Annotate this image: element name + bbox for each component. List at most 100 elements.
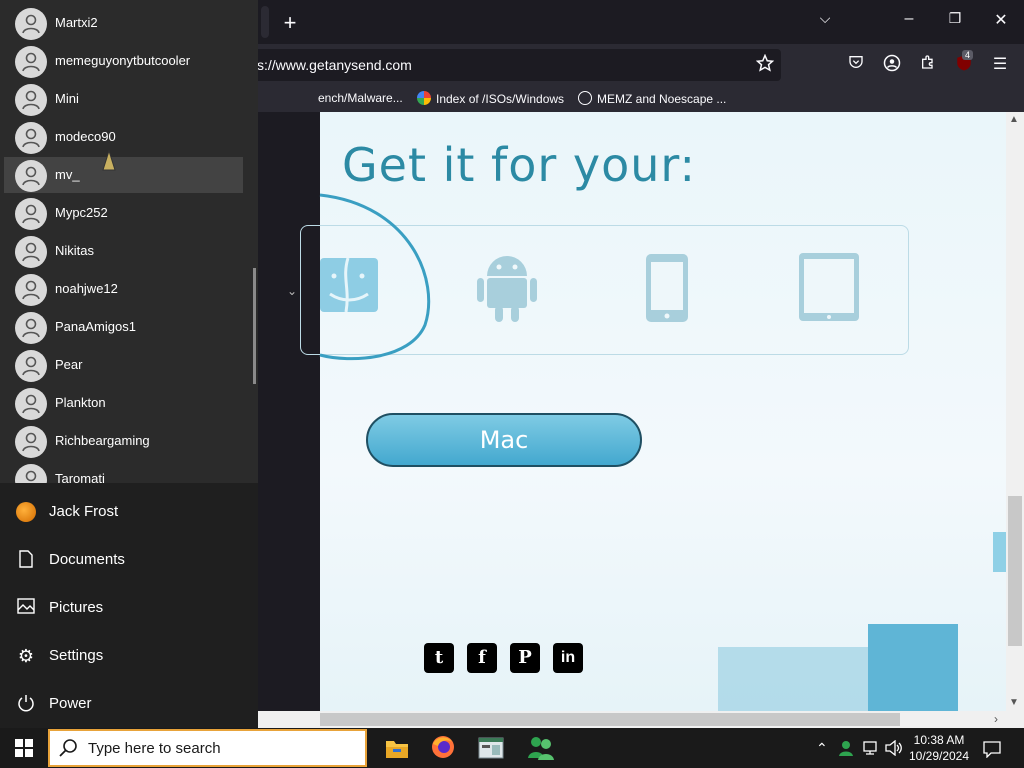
url-text[interactable]: s://www.getanysend.com [257,57,412,73]
user-list-item[interactable]: PanaAmigos1 [4,309,243,345]
user-name: PanaAmigos1 [55,319,136,334]
minimize-button[interactable]: – [898,10,920,28]
user-list-item[interactable]: Taromati [4,461,243,483]
pictures-icon [16,598,36,618]
busy-cursor-icon [102,149,116,171]
user-list-item[interactable]: Mini [4,81,243,117]
network-icon[interactable] [862,740,880,759]
document-icon [16,550,36,570]
user-name: modeco90 [55,129,116,144]
scroll-down-arrow-icon[interactable]: ▼ [1009,697,1019,708]
start-menu-account[interactable]: Jack Frost [0,488,258,536]
maximize-button[interactable]: ❐ [944,10,966,27]
user-name: Plankton [55,395,106,410]
user-list-item[interactable]: Nikitas [4,233,243,269]
account-icon[interactable] [881,54,903,76]
start-menu-pictures[interactable]: Pictures [0,584,258,632]
phone-icon[interactable] [645,253,689,328]
download-mac-button[interactable]: Mac [366,413,642,467]
user-name: Mypc252 [55,205,108,220]
user-list-item[interactable]: Plankton [4,385,243,421]
twitter-icon[interactable]: t [424,643,454,673]
user-list-item[interactable]: Mypc252 [4,195,243,231]
power-icon [16,694,36,714]
menu-icon[interactable]: ☰ [989,54,1011,76]
scroll-right-arrow-icon[interactable]: › [994,712,998,726]
user-list-item[interactable]: Richbeargaming [4,423,243,459]
user-avatar-icon [16,502,36,522]
user-list-item[interactable]: mv_ [4,157,243,193]
user-name: Mini [55,91,79,106]
desktop: + ⌵ – ❐ ✕ s://www.getanysend.com 4 ☰ enc… [0,0,1024,768]
close-button[interactable]: ✕ [990,10,1012,30]
notifications-icon[interactable] [983,740,1001,761]
clock-time: 10:38 AM [913,733,965,747]
user-name: Martxi2 [55,15,98,30]
scroll-up-arrow-icon[interactable]: ▲ [1009,114,1019,125]
user-name: Taromati [55,471,105,483]
user-list-item[interactable]: modeco90 [4,119,243,155]
user-avatar-icon [15,160,47,192]
power-label: Power [49,695,92,712]
pictures-label: Pictures [49,599,104,616]
user-avatar-icon [15,46,47,78]
user-list-item[interactable]: Pear [4,347,243,383]
start-menu-settings[interactable]: ⚙ Settings [0,632,258,680]
globe-icon [578,91,592,105]
user-list-scrollbar[interactable] [253,268,256,384]
start-menu-power[interactable]: Power [0,680,258,728]
taskbar-clock[interactable]: 10:38 AM 10/29/2024 [905,732,973,764]
extensions-icon[interactable] [917,54,939,76]
search-placeholder[interactable]: Type here to search [88,740,221,757]
mac-finder-icon[interactable] [320,257,378,317]
user-name: Richbeargaming [55,433,150,448]
page-vertical-scroll-thumb[interactable] [1008,496,1022,646]
file-explorer-icon[interactable] [383,734,411,762]
page-horizontal-scroll-thumb[interactable] [320,713,900,726]
tablet-icon[interactable] [798,252,860,327]
start-button[interactable] [0,728,48,768]
page-heading: Get it for your: [342,138,697,192]
bookmark-item[interactable]: Index of /ISOs/Windows [417,91,564,106]
app-window-icon[interactable] [478,734,506,762]
pocket-icon[interactable] [845,54,867,76]
chevron-up-icon[interactable]: ⌃ [816,740,828,757]
linkedin-icon[interactable]: in [553,643,583,673]
documents-label: Documents [49,551,125,568]
extension-badge-count: 4 [962,50,974,60]
bookmark-star-icon[interactable] [754,53,776,76]
user-avatar-icon [15,84,47,116]
search-icon [59,739,77,757]
user-avatar-icon [15,350,47,382]
bookmark-item[interactable]: ench/Malware... [318,91,403,105]
user-avatar-icon [15,198,47,230]
user-name: memeguyonytbutcooler [55,53,191,68]
chevron-down-icon[interactable]: ⌄ [287,284,297,298]
user-name: mv_ [55,167,80,182]
settings-label: Settings [49,647,104,664]
user-avatar-icon [15,8,47,40]
user-avatar-icon [15,426,47,458]
start-menu-documents[interactable]: Documents [0,536,258,584]
pinterest-icon[interactable]: P [510,643,540,673]
user-avatar-icon [15,464,47,483]
list-all-tabs-button[interactable]: ⌵ [814,10,836,27]
user-tray-icon[interactable] [838,740,854,759]
user-list-item[interactable]: noahjwe12 [4,271,243,307]
users-app-icon[interactable] [527,734,555,762]
facebook-icon[interactable]: f [467,643,497,673]
user-list-rows: Martxi2 memeguyonytbutcooler Mini modeco90 m… [0,0,258,483]
user-avatar-icon [15,236,47,268]
new-tab-button[interactable]: + [280,10,300,36]
android-icon[interactable] [475,250,539,329]
volume-icon[interactable] [885,739,903,759]
user-avatar-icon [15,312,47,344]
user-list-item[interactable]: memeguyonytbutcooler [4,43,243,79]
firefox-icon[interactable] [430,734,458,762]
bookmark-item[interactable]: MEMZ and Noescape ... [578,91,726,106]
user-avatar-icon [15,122,47,154]
user-name: Nikitas [55,243,95,258]
user-list-item[interactable]: Martxi2 [4,5,243,41]
tab-separator [261,6,269,38]
account-name: Jack Frost [49,503,119,520]
